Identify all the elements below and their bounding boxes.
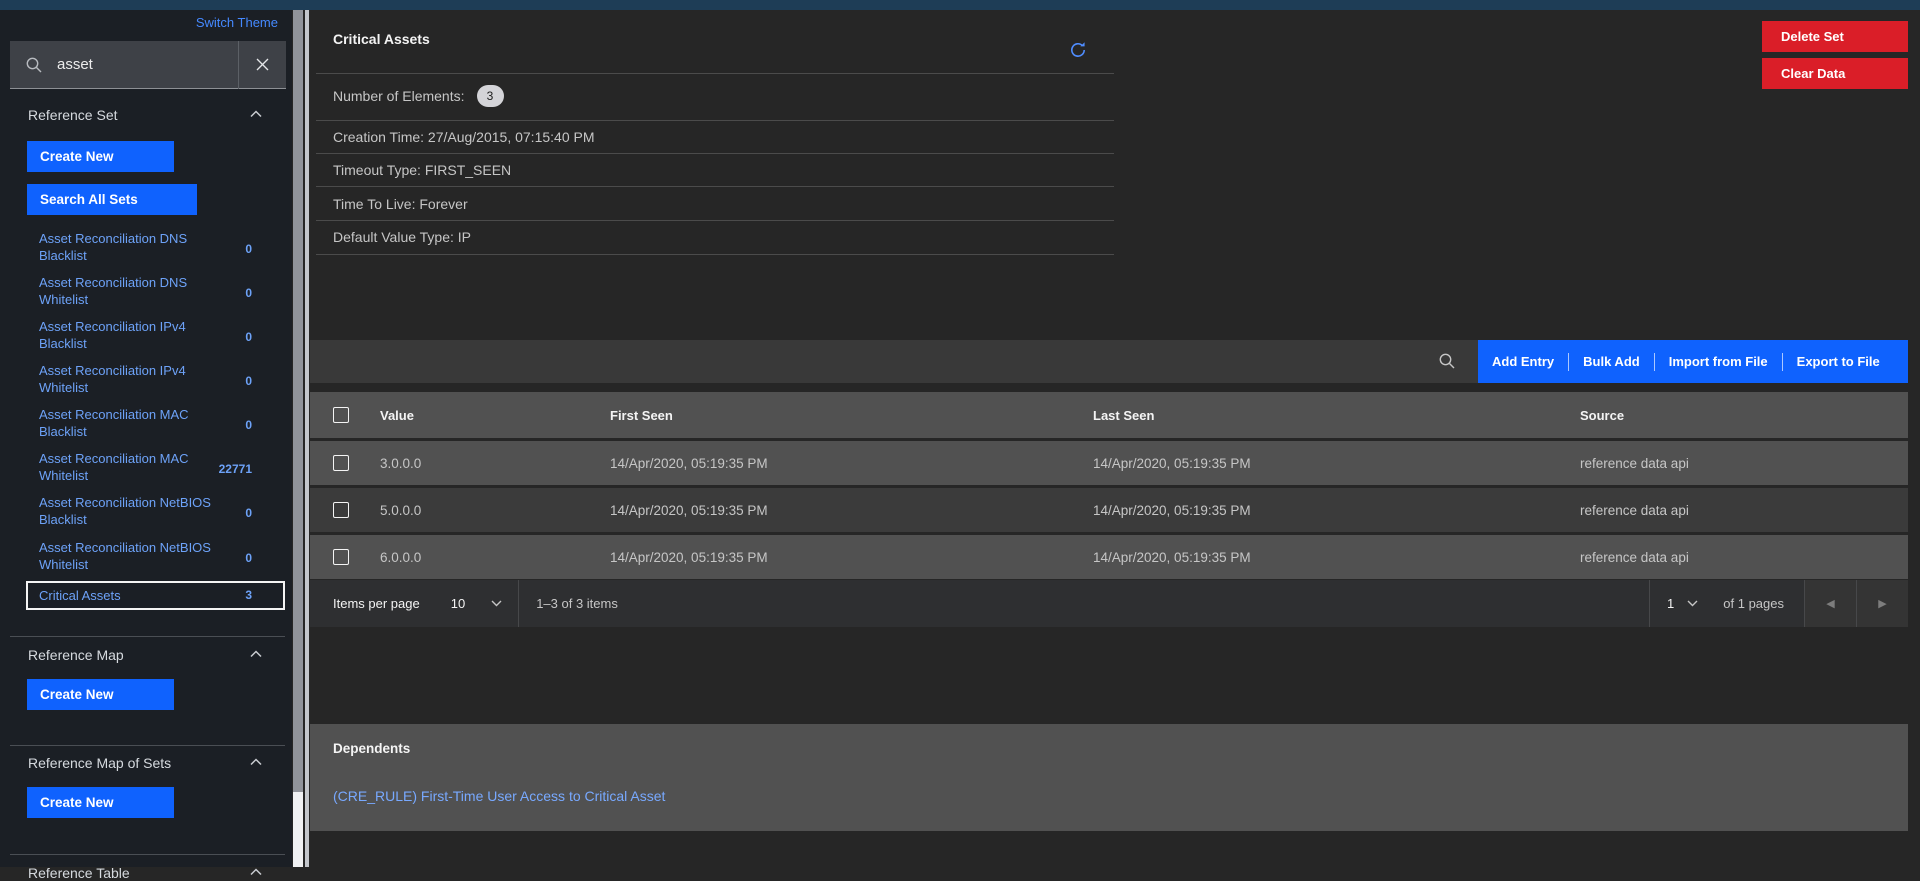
detail-divider: [316, 220, 1114, 221]
set-count: 0: [245, 286, 252, 300]
search-input[interactable]: [57, 56, 217, 73]
table-row[interactable]: 5.0.0.0 14/Apr/2020, 05:19:35 PM 14/Apr/…: [310, 488, 1908, 532]
reference-map-of-sets-create-new-button[interactable]: Create New: [27, 787, 174, 818]
number-of-elements-row: Number of Elements: 3: [333, 85, 504, 107]
reference-map-create-new-button[interactable]: Create New: [27, 679, 174, 710]
column-header-last-seen[interactable]: Last Seen: [1093, 408, 1580, 423]
previous-page-button[interactable]: ◀: [1805, 580, 1856, 627]
set-count: 22771: [218, 462, 252, 476]
set-count: 0: [245, 418, 252, 432]
default-value-type-text: Default Value Type: IP: [333, 229, 472, 245]
set-count: 0: [245, 374, 252, 388]
page-size-value[interactable]: 10: [451, 596, 465, 611]
detail-divider: [316, 186, 1114, 187]
table-action-bar: Add Entry Bulk Add Import from File Expo…: [1478, 340, 1908, 383]
dependents-title: Dependents: [333, 741, 411, 756]
column-header-value[interactable]: Value: [380, 408, 610, 423]
table-header-row: Value First Seen Last Seen Source: [310, 392, 1908, 438]
row-checkbox[interactable]: [333, 502, 349, 518]
sidebar-scrollbar-thumb[interactable]: [293, 792, 303, 867]
set-count: 0: [245, 242, 252, 256]
chevron-up-icon[interactable]: [250, 110, 262, 118]
search-clear-button[interactable]: [239, 41, 286, 89]
cell-source: reference data api: [1580, 455, 1689, 471]
pagination-divider: [518, 580, 520, 627]
dependents-panel: Dependents (CRE_RULE) First-Time User Ac…: [310, 724, 1908, 831]
sidebar-search[interactable]: [10, 40, 286, 89]
detail-divider: [316, 120, 1114, 121]
detail-divider: [316, 153, 1114, 154]
dependent-rule-link[interactable]: (CRE_RULE) First-Time User Access to Cri…: [333, 788, 665, 804]
clear-data-button[interactable]: Clear Data: [1762, 58, 1908, 89]
next-page-button[interactable]: ▶: [1857, 580, 1908, 627]
table-toolbar: Add Entry Bulk Add Import from File Expo…: [310, 340, 1908, 383]
close-icon: [256, 58, 269, 71]
time-to-live-text: Time To Live: Forever: [333, 196, 468, 212]
creation-time-text: Creation Time: 27/Aug/2015, 07:15:40 PM: [333, 129, 595, 145]
search-all-sets-button[interactable]: Search All Sets: [27, 184, 197, 215]
table-row[interactable]: 3.0.0.0 14/Apr/2020, 05:19:35 PM 14/Apr/…: [310, 441, 1908, 485]
items-range-text: 1–3 of 3 items: [536, 596, 618, 611]
chevron-down-icon[interactable]: [491, 600, 502, 607]
detail-divider: [316, 73, 1114, 74]
cell-value: 5.0.0.0: [380, 502, 422, 518]
search-icon: [25, 56, 43, 74]
items-per-page-label: Items per page: [333, 596, 420, 611]
pagination-bar: Items per page 10 1–3 of 3 items 1 of 1 …: [310, 580, 1908, 627]
reference-set-create-new-button[interactable]: Create New: [27, 141, 174, 172]
pane-edge-strip: [305, 10, 309, 867]
sidebar-scrollbar[interactable]: [293, 10, 303, 867]
timeout-type-text: Timeout Type: FIRST_SEEN: [333, 162, 512, 178]
chevron-down-icon[interactable]: [1687, 600, 1698, 607]
cell-first-seen: 14/Apr/2020, 05:19:35 PM: [610, 455, 768, 471]
column-header-source[interactable]: Source: [1580, 408, 1908, 423]
set-count: 3: [245, 588, 252, 602]
set-count: 0: [245, 551, 252, 565]
set-count: 0: [245, 506, 252, 520]
table-row[interactable]: 6.0.0.0 14/Apr/2020, 05:19:35 PM 14/Apr/…: [310, 535, 1908, 579]
pagination-right: 1 of 1 pages ◀ ▶: [1649, 580, 1908, 627]
reference-set-section-header[interactable]: Reference Set: [28, 107, 118, 123]
column-header-first-seen[interactable]: First Seen: [610, 408, 1093, 423]
section-divider: [10, 636, 285, 637]
set-count: 0: [245, 330, 252, 344]
cell-source: reference data api: [1580, 502, 1689, 518]
chevron-up-icon[interactable]: [250, 650, 262, 658]
section-divider: [10, 854, 285, 855]
cell-value: 6.0.0.0: [380, 549, 422, 565]
chevron-up-icon[interactable]: [250, 868, 262, 876]
cell-first-seen: 14/Apr/2020, 05:19:35 PM: [610, 549, 768, 565]
export-to-file-button[interactable]: Export to File: [1783, 354, 1894, 369]
cell-last-seen: 14/Apr/2020, 05:19:35 PM: [1093, 502, 1251, 518]
sidebar: Switch Theme Reference Set Create New Se…: [0, 10, 292, 881]
row-checkbox[interactable]: [333, 549, 349, 565]
reference-map-section-header[interactable]: Reference Map: [28, 647, 124, 663]
section-divider: [10, 745, 285, 746]
page-number-value[interactable]: 1: [1667, 596, 1674, 611]
chevron-up-icon[interactable]: [250, 758, 262, 766]
reference-map-of-sets-section-header[interactable]: Reference Map of Sets: [28, 755, 171, 771]
select-all-checkbox[interactable]: [333, 407, 349, 423]
pages-count-text: of 1 pages: [1723, 596, 1784, 611]
bulk-add-button[interactable]: Bulk Add: [1569, 354, 1654, 369]
row-checkbox[interactable]: [333, 455, 349, 471]
cell-value: 3.0.0.0: [380, 455, 422, 471]
element-count-badge: 3: [476, 85, 504, 107]
cell-first-seen: 14/Apr/2020, 05:19:35 PM: [610, 502, 768, 518]
number-of-elements-label: Number of Elements:: [333, 88, 465, 104]
cell-last-seen: 14/Apr/2020, 05:19:35 PM: [1093, 455, 1251, 471]
table-search-icon[interactable]: [1438, 352, 1456, 370]
cell-source: reference data api: [1580, 549, 1689, 565]
switch-theme-link[interactable]: Switch Theme: [0, 15, 278, 30]
page-title: Critical Assets: [333, 31, 430, 47]
reference-table-section-header[interactable]: Reference Table: [28, 865, 130, 881]
import-from-file-button[interactable]: Import from File: [1655, 354, 1782, 369]
pagination-divider: [1649, 580, 1651, 627]
add-entry-button[interactable]: Add Entry: [1478, 354, 1568, 369]
detail-divider: [316, 254, 1114, 255]
cell-last-seen: 14/Apr/2020, 05:19:35 PM: [1093, 549, 1251, 565]
top-accent-bar: [0, 0, 1920, 10]
refresh-icon[interactable]: [1068, 40, 1088, 60]
delete-set-button[interactable]: Delete Set: [1762, 21, 1908, 52]
